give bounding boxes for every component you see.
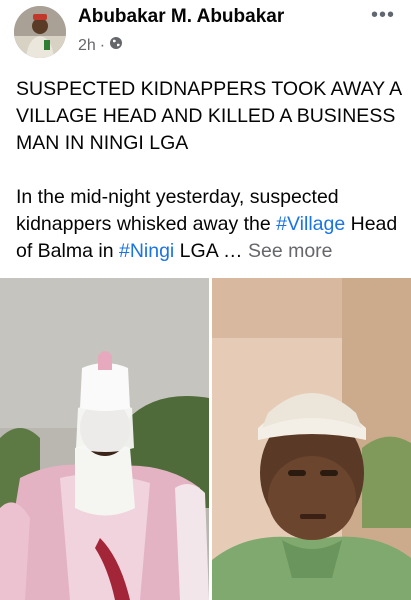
globe-icon [109,36,123,55]
see-more-link[interactable]: See more [248,240,333,262]
post-headline: SUSPECTED KIDNAPPERS TOOK AWAY A VILLAGE… [16,78,402,154]
more-options-icon[interactable]: ••• [371,4,395,27]
author-name[interactable]: Abubakar M. Abubakar [78,6,284,28]
post-header: Abubakar M. Abubakar 2h · ••• [0,0,411,64]
photo-village-head[interactable] [0,278,209,600]
post-photos [0,278,411,600]
post-text: SUSPECTED KIDNAPPERS TOOK AWAY A VILLAGE… [16,76,408,265]
photo-business-man[interactable] [212,278,411,600]
author-avatar[interactable] [14,6,66,58]
post-body-part3: LGA … [174,240,248,262]
hashtag-village[interactable]: #Village [276,213,345,235]
post-body: In the mid-night yesterday, suspected ki… [16,184,408,265]
post-time[interactable]: 2h [78,37,96,55]
hashtag-ningi[interactable]: #Ningi [119,240,174,262]
meta-separator: · [99,36,106,54]
post-meta: 2h · [78,36,123,55]
